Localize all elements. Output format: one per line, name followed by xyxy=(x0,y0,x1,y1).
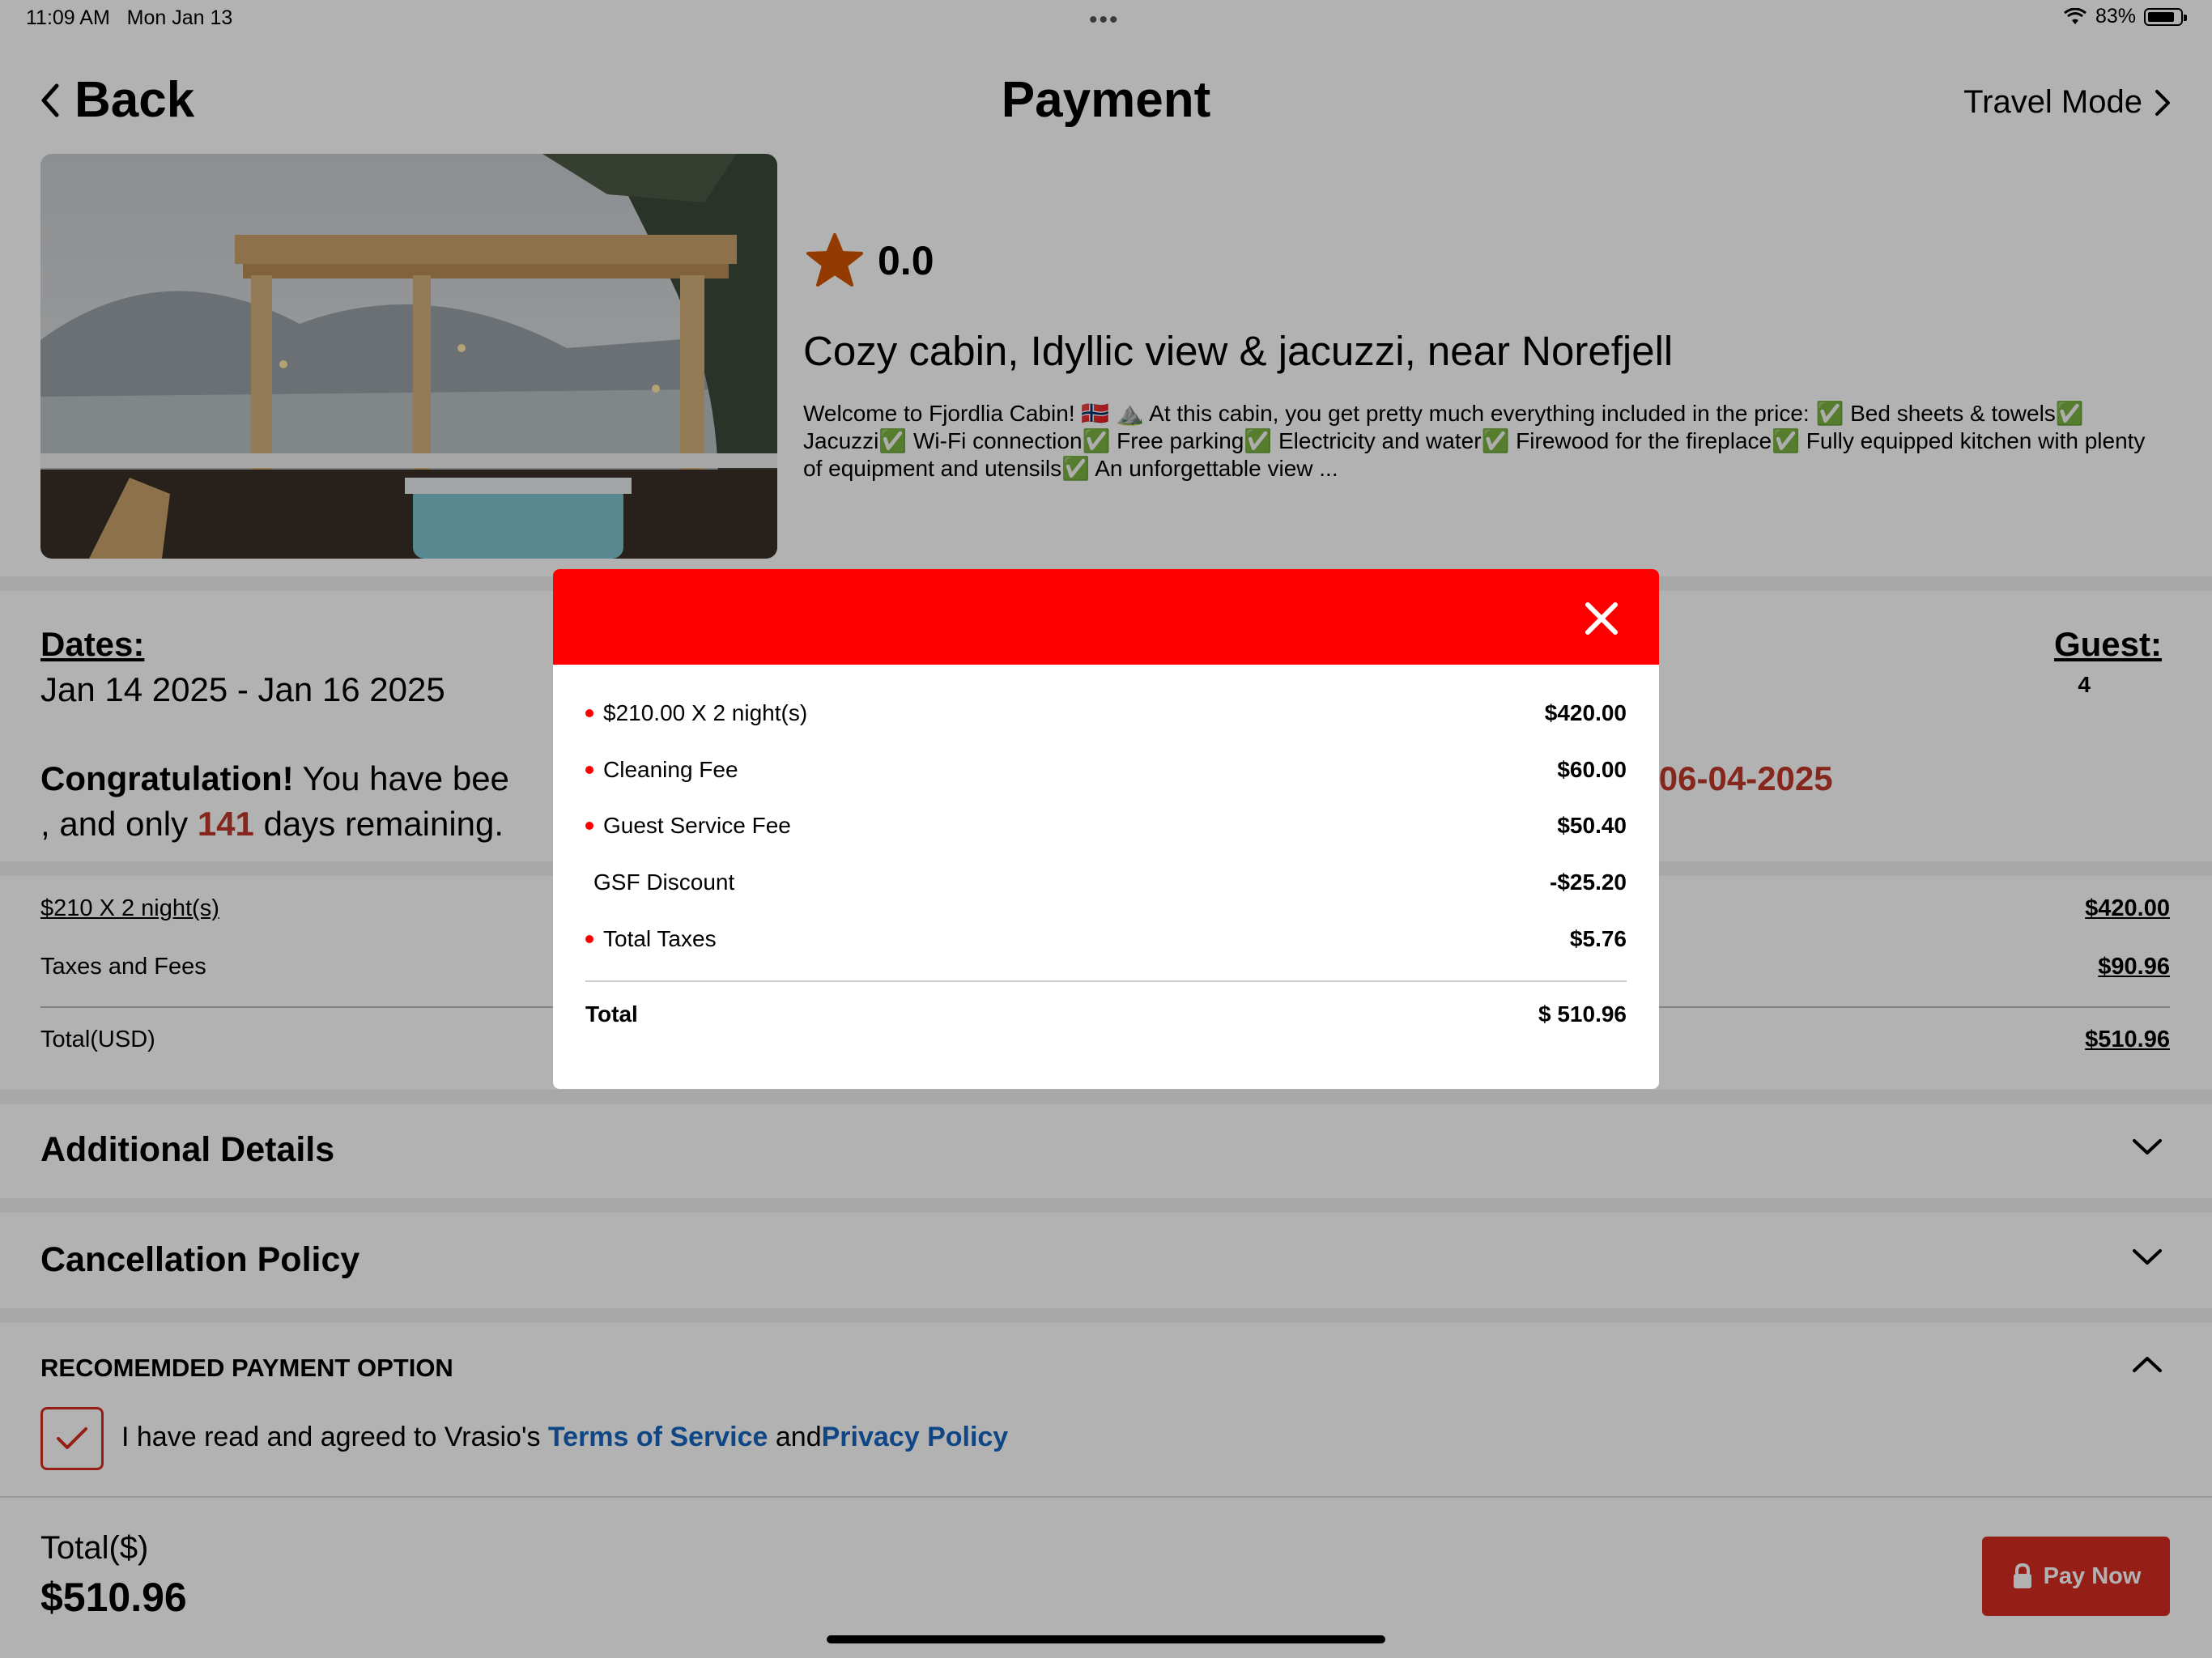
modal-header xyxy=(553,569,1659,665)
modal-total-value: $ 510.96 xyxy=(1538,1001,1627,1027)
modal-row-value: $60.00 xyxy=(1557,757,1627,782)
modal-row-nights: $210.00 X 2 night(s) $420.00 xyxy=(585,700,1627,726)
modal-row-value: $5.76 xyxy=(1569,926,1627,951)
modal-row-total-taxes: Total Taxes $5.76 xyxy=(585,926,1627,952)
modal-row-guest-service-fee: Guest Service Fee $50.40 xyxy=(585,813,1627,839)
modal-row-label: Total Taxes xyxy=(603,926,717,951)
modal-row-gsf-discount: GSF Discount -$25.20 xyxy=(585,869,1627,895)
modal-row-label: Cleaning Fee xyxy=(603,757,738,782)
bullet-dot xyxy=(585,822,593,830)
price-breakdown-modal: $210.00 X 2 night(s) $420.00 Cleaning Fe… xyxy=(553,569,1659,1089)
modal-row-total: Total $ 510.96 xyxy=(585,1001,1627,1027)
modal-total-label: Total xyxy=(585,1001,638,1027)
modal-row-label: $210.00 X 2 night(s) xyxy=(603,700,808,725)
bullet-dot xyxy=(585,766,593,774)
modal-row-value: $420.00 xyxy=(1544,700,1627,725)
bullet-dot xyxy=(585,709,593,717)
modal-row-value: $50.40 xyxy=(1557,813,1627,838)
modal-row-label: GSF Discount xyxy=(593,869,735,895)
modal-row-cleaning-fee: Cleaning Fee $60.00 xyxy=(585,757,1627,783)
bullet-dot xyxy=(585,935,593,943)
modal-row-label: Guest Service Fee xyxy=(603,813,791,838)
modal-row-value: -$25.20 xyxy=(1550,869,1627,895)
close-icon[interactable] xyxy=(1581,598,1622,639)
modal-divider xyxy=(585,980,1627,982)
